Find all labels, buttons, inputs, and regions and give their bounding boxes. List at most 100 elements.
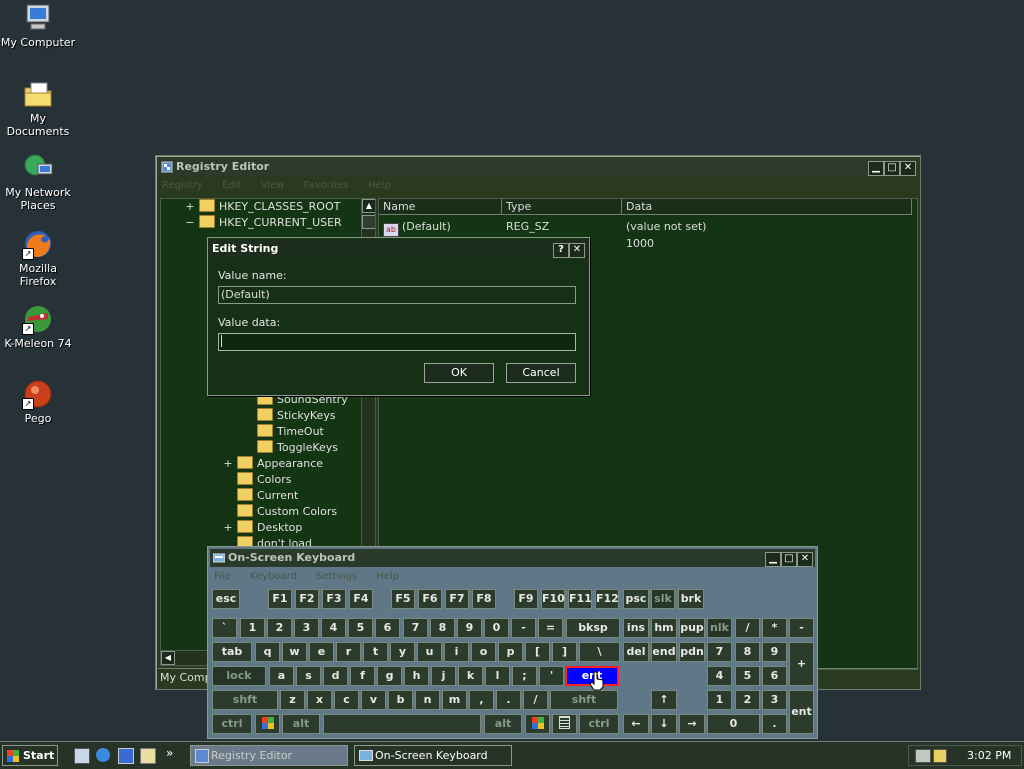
key-insert[interactable]: ins — [623, 618, 649, 638]
clock[interactable]: 3:02 PM — [967, 746, 1011, 765]
key-minus[interactable]: - — [511, 618, 536, 638]
key-1[interactable]: 1 — [240, 618, 265, 638]
key-f10[interactable]: F10 — [541, 589, 565, 609]
expand-toggle[interactable]: + — [185, 199, 195, 215]
quick-launch-chevron[interactable]: » — [166, 746, 173, 760]
scroll-up-button[interactable]: ▲ — [362, 199, 375, 213]
key-numpad-enter[interactable]: ent — [789, 690, 814, 734]
close-button[interactable]: ✕ — [900, 161, 916, 176]
key-f11[interactable]: F11 — [568, 589, 592, 609]
menu-favorites[interactable]: Favorites — [304, 180, 349, 191]
key-numpad-0[interactable]: 0 — [707, 714, 760, 734]
scroll-left-button[interactable]: ◀ — [161, 651, 175, 665]
key-7[interactable]: 7 — [403, 618, 428, 638]
key-0[interactable]: 0 — [484, 618, 509, 638]
key-o[interactable]: o — [471, 642, 496, 662]
column-header-data[interactable]: Data — [622, 199, 912, 215]
value-name-field[interactable]: (Default) — [218, 286, 576, 304]
key-i[interactable]: i — [444, 642, 469, 662]
key-j[interactable]: j — [431, 666, 456, 686]
key-f9[interactable]: F9 — [514, 589, 538, 609]
key-quote[interactable]: ' — [539, 666, 564, 686]
minimize-button[interactable]: ▁ — [868, 161, 884, 176]
menu-view[interactable]: View — [261, 180, 285, 191]
key-numpad-1[interactable]: 1 — [707, 690, 732, 710]
key-brk[interactable]: brk — [678, 589, 704, 609]
key-d[interactable]: d — [323, 666, 348, 686]
minimize-button[interactable]: ▁ — [765, 552, 781, 567]
outlook-express-icon[interactable] — [118, 748, 134, 764]
key-numpad-decimal[interactable]: . — [762, 714, 787, 734]
key-f3[interactable]: F3 — [322, 589, 346, 609]
desktop-icon-my-computer[interactable]: My Computer — [0, 2, 76, 49]
key-numpad-3[interactable]: 3 — [762, 690, 787, 710]
key-end[interactable]: end — [651, 642, 677, 662]
key-8[interactable]: 8 — [430, 618, 455, 638]
key-l[interactable]: l — [485, 666, 510, 686]
key-f2[interactable]: F2 — [295, 589, 319, 609]
key-z[interactable]: z — [280, 690, 305, 710]
key-period[interactable]: . — [496, 690, 521, 710]
tree-node-togglekeys[interactable]: ToggleKeys — [257, 440, 338, 456]
key-f4[interactable]: F4 — [349, 589, 373, 609]
key-v[interactable]: v — [361, 690, 386, 710]
key-6[interactable]: 6 — [375, 618, 400, 638]
internet-explorer-icon[interactable] — [96, 748, 110, 762]
key-f5[interactable]: F5 — [391, 589, 415, 609]
key-esc[interactable]: esc — [212, 589, 240, 609]
search-icon[interactable] — [140, 748, 156, 764]
key-left-ctrl[interactable]: ctrl — [212, 714, 252, 734]
tree-node-colors[interactable]: Colors — [237, 472, 291, 488]
key-page-down[interactable]: pdn — [679, 642, 705, 662]
key-f7[interactable]: F7 — [445, 589, 469, 609]
key-numpad-8[interactable]: 8 — [735, 642, 760, 662]
key-x[interactable]: x — [307, 690, 332, 710]
key-page-up[interactable]: pup — [679, 618, 705, 638]
key-n[interactable]: n — [415, 690, 440, 710]
tree-node-appearance[interactable]: + Appearance — [223, 456, 323, 472]
key-backslash[interactable]: \ — [579, 642, 620, 662]
key-psc[interactable]: psc — [623, 589, 649, 609]
key-f8[interactable]: F8 — [472, 589, 496, 609]
key-arrow-left[interactable]: ← — [623, 714, 649, 734]
key-num-lock[interactable]: nlk — [707, 618, 732, 638]
key-9[interactable]: 9 — [457, 618, 482, 638]
desktop-icon-my-network-places[interactable]: My Network Places — [0, 152, 76, 212]
tree-node-desktop[interactable]: + Desktop — [223, 520, 302, 536]
tree-node-stickykeys[interactable]: StickyKeys — [257, 408, 336, 424]
menu-keyboard[interactable]: Keyboard — [250, 571, 297, 582]
key-w[interactable]: w — [282, 642, 307, 662]
key-numpad-subtract[interactable]: - — [789, 618, 814, 638]
tree-node-timeout[interactable]: TimeOut — [257, 424, 324, 440]
key-equals[interactable]: = — [538, 618, 563, 638]
key-q[interactable]: q — [255, 642, 280, 662]
key-s[interactable]: s — [296, 666, 321, 686]
menu-edit[interactable]: Edit — [222, 180, 241, 191]
collapse-toggle[interactable]: − — [185, 215, 195, 231]
ok-button[interactable]: OK — [424, 363, 494, 383]
value-row[interactable]: ab (Default) — [383, 219, 451, 237]
key-numpad-5[interactable]: 5 — [735, 666, 760, 686]
menu-file[interactable]: File — [214, 571, 231, 582]
key-2[interactable]: 2 — [267, 618, 292, 638]
menu-help[interactable]: Help — [368, 180, 391, 191]
menu-help[interactable]: Help — [376, 571, 399, 582]
column-header-type[interactable]: Type — [502, 199, 622, 215]
key-slash[interactable]: / — [523, 690, 548, 710]
key-4[interactable]: 4 — [321, 618, 346, 638]
key-e[interactable]: e — [309, 642, 334, 662]
key-t[interactable]: t — [363, 642, 388, 662]
expand-toggle[interactable]: + — [223, 520, 233, 536]
tree-node-hkcu[interactable]: − HKEY_CURRENT_USER — [185, 215, 342, 231]
key-f12[interactable]: F12 — [595, 589, 619, 609]
key-right-shift[interactable]: shft — [550, 690, 618, 710]
key-a[interactable]: a — [269, 666, 294, 686]
taskbar-item-on-screen-keyboard[interactable]: On-Screen Keyboard — [354, 745, 512, 766]
help-button[interactable]: ? — [553, 243, 569, 258]
key-numpad-6[interactable]: 6 — [762, 666, 787, 686]
key-arrow-down[interactable]: ↓ — [651, 714, 677, 734]
key-tab[interactable]: tab — [212, 642, 252, 662]
key-h[interactable]: h — [404, 666, 429, 686]
dialog-titlebar[interactable]: Edit String ? ✕ — [210, 240, 587, 258]
maximize-button[interactable]: □ — [884, 161, 900, 176]
